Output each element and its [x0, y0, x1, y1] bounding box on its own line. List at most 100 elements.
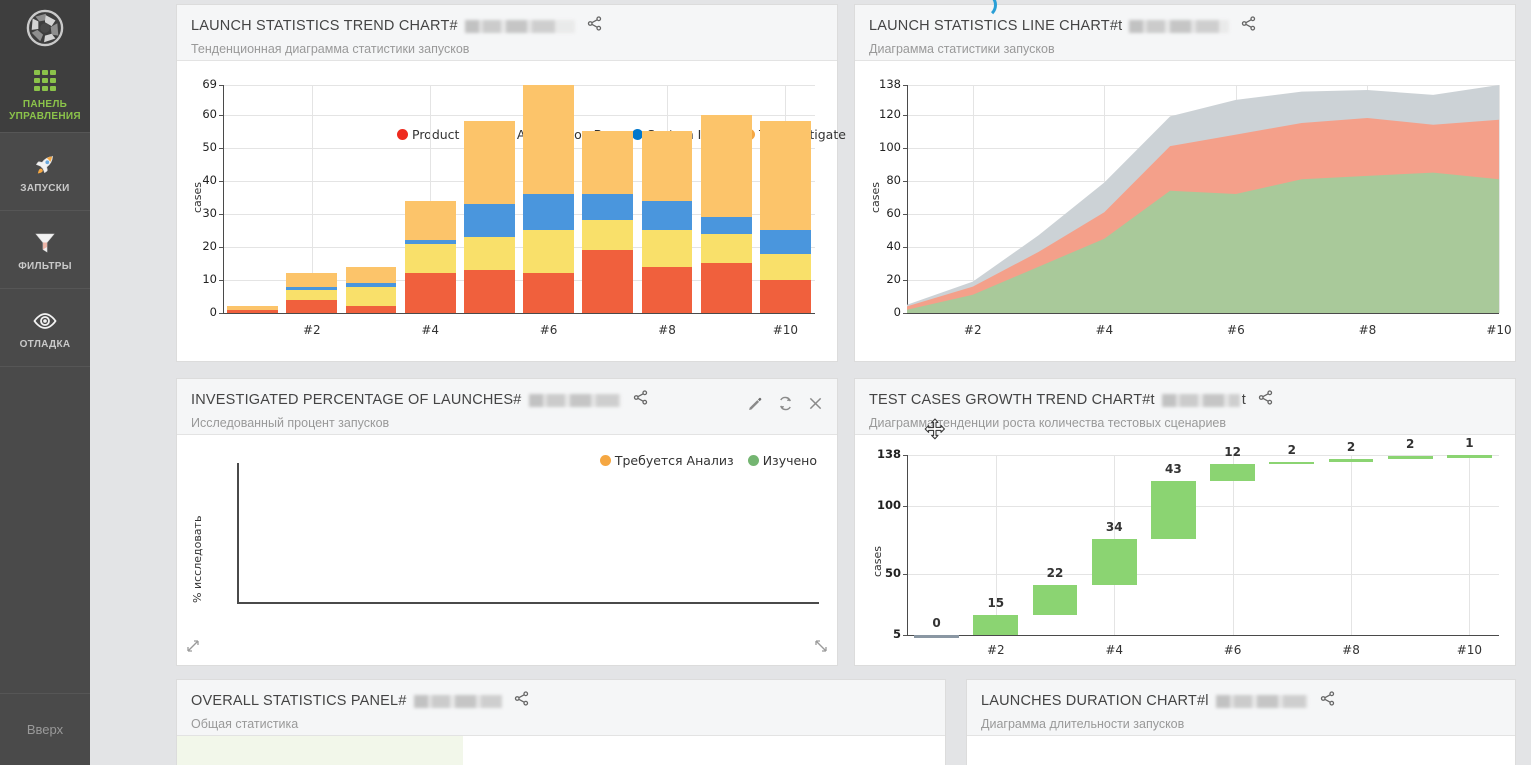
bar-segment-automation-bug[interactable]: [345, 286, 397, 307]
x-axis-line: [237, 602, 819, 604]
bar-segment-automation-bug[interactable]: [286, 289, 338, 300]
widget-id-redacted: [1161, 393, 1240, 407]
edit-icon[interactable]: [747, 396, 763, 417]
bar-segment-system-issue[interactable]: [641, 200, 693, 231]
x-axis-line: [907, 313, 1499, 315]
widget-id-redacted: [464, 19, 575, 33]
widget-title: INVESTIGATED PERCENTAGE OF LAUNCHES#: [191, 392, 522, 408]
waterfall-value-label: 1: [1465, 436, 1474, 450]
waterfall-bar[interactable]: [973, 614, 1019, 635]
bar-segment-system-issue[interactable]: [463, 203, 515, 237]
bar-segment-product-bug[interactable]: [345, 306, 397, 313]
bar-segment-to-investigate[interactable]: [286, 273, 338, 287]
share-icon[interactable]: [586, 15, 603, 37]
bar-segment-automation-bug[interactable]: [641, 230, 693, 267]
waterfall-bar[interactable]: [1446, 455, 1492, 458]
waterfall-bar[interactable]: [1150, 480, 1196, 539]
share-icon[interactable]: [1240, 15, 1257, 37]
bar-segment-to-investigate[interactable]: [700, 114, 752, 218]
bar-segment-product-bug[interactable]: [523, 273, 575, 313]
widget-id-redacted: [528, 393, 621, 407]
waterfall-bar[interactable]: [1091, 538, 1137, 585]
y-tick-label: 138: [879, 77, 901, 91]
bar-segment-system-issue[interactable]: [404, 240, 456, 244]
bar-segment-to-investigate[interactable]: [523, 85, 575, 195]
sidebar-item-dashboard[interactable]: ПАНЕЛЬ УПРАВЛЕНИЯ: [0, 55, 90, 133]
widget-launches-duration-chart[interactable]: LAUNCHES DURATION CHART#l Диаграмма длит…: [966, 679, 1516, 765]
resize-handle-bottom-right[interactable]: [813, 638, 829, 659]
share-icon[interactable]: [1319, 690, 1336, 712]
widget-investigated-percentage-of-launches[interactable]: INVESTIGATED PERCENTAGE OF LAUNCHES# Исс…: [176, 378, 838, 666]
bar-segment-to-investigate[interactable]: [463, 121, 515, 204]
y-axis-line: [237, 463, 239, 603]
waterfall-bar[interactable]: [914, 635, 960, 638]
bar-segment-to-investigate[interactable]: [404, 200, 456, 241]
bar-segment-automation-bug[interactable]: [700, 233, 752, 264]
bar-segment-automation-bug[interactable]: [523, 230, 575, 274]
share-icon[interactable]: [513, 690, 530, 712]
bar-segment-automation-bug[interactable]: [404, 243, 456, 274]
refresh-icon[interactable]: [777, 395, 794, 417]
y-axis-title: % исследовать: [191, 515, 204, 603]
sidebar-item-launches[interactable]: ЗАПУСКИ: [0, 133, 90, 211]
bar-segment-system-issue[interactable]: [286, 286, 338, 290]
bar-segment-to-investigate[interactable]: [345, 266, 397, 284]
bar-segment-to-investigate[interactable]: [759, 121, 811, 231]
widget-launch-statistics-line-chart[interactable]: LAUNCH STATISTICS LINE CHART#t Диаграмма…: [854, 4, 1516, 362]
bar-segment-system-issue[interactable]: [700, 217, 752, 234]
y-tick-label: 0: [209, 305, 217, 319]
legend-dot-investigated: [747, 455, 759, 466]
bar-segment-system-issue[interactable]: [523, 194, 575, 231]
bar-segment-to-investigate[interactable]: [582, 131, 634, 195]
legend-item-to-investigate[interactable]: Требуется Анализ: [599, 453, 734, 468]
waterfall-bar[interactable]: [1328, 459, 1374, 462]
legend-item-investigated[interactable]: Изучено: [747, 453, 817, 468]
grid-line-vertical: [1351, 455, 1352, 635]
close-icon[interactable]: [808, 396, 823, 416]
chart-launch-statistics-line: Успешно Неудачно Пропущено cases 0204060…: [855, 61, 1515, 361]
scroll-to-top-link[interactable]: Вверх: [0, 693, 90, 765]
bar-segment-system-issue[interactable]: [582, 194, 634, 221]
waterfall-bar[interactable]: [1269, 461, 1315, 465]
area-passed[interactable]: [907, 172, 1499, 313]
app-logo[interactable]: [0, 0, 90, 55]
rocket-icon: [35, 155, 53, 174]
waterfall-value-label: 15: [987, 595, 1005, 610]
overall-statistics-highlight-cell: [177, 736, 463, 765]
bar-segment-product-bug[interactable]: [582, 250, 634, 313]
sidebar-item-filters[interactable]: ФИЛЬТРЫ: [0, 211, 90, 289]
widget-header: LAUNCHES DURATION CHART#l Диаграмма длит…: [967, 680, 1515, 736]
share-icon[interactable]: [632, 389, 649, 411]
bar-segment-automation-bug[interactable]: [463, 237, 515, 271]
y-tick-label: 120: [879, 106, 901, 121]
sidebar-label-line1: ПАНЕЛЬ: [22, 99, 68, 110]
share-icon[interactable]: [1257, 389, 1274, 411]
bar-segment-product-bug[interactable]: [700, 263, 752, 313]
waterfall-bar[interactable]: [1387, 456, 1433, 460]
resize-handle-bottom-left[interactable]: [185, 638, 201, 659]
bar-segment-system-issue[interactable]: [345, 283, 397, 287]
waterfall-value-label: 34: [1105, 519, 1123, 534]
widget-launch-statistics-trend-chart[interactable]: LAUNCH STATISTICS TREND CHART# Тенденцио…: [176, 4, 846, 362]
bar-segment-automation-bug[interactable]: [582, 220, 634, 251]
bar-segment-product-bug[interactable]: [227, 309, 279, 313]
y-tick-label: 138: [876, 447, 901, 461]
bar-segment-to-investigate[interactable]: [641, 131, 693, 201]
y-tick-label: 80: [886, 172, 901, 187]
waterfall-bar[interactable]: [1210, 464, 1256, 481]
bar-segment-product-bug[interactable]: [404, 273, 456, 313]
x-tick-label: #6: [539, 323, 558, 337]
bar-segment-system-issue[interactable]: [759, 230, 811, 254]
bar-segment-product-bug[interactable]: [463, 270, 515, 313]
sidebar-item-debug[interactable]: ОТЛАДКА: [0, 289, 90, 367]
y-tick-label: 20: [886, 271, 901, 286]
bar-segment-automation-bug[interactable]: [759, 253, 811, 280]
waterfall-bar[interactable]: [1032, 584, 1078, 615]
bar-segment-product-bug[interactable]: [759, 279, 811, 313]
bar-segment-to-investigate[interactable]: [227, 306, 279, 310]
x-tick-label: #10: [1456, 643, 1483, 657]
widget-test-cases-growth-trend-chart[interactable]: TEST CASES GROWTH TREND CHART#t t Диагра…: [854, 378, 1516, 666]
bar-segment-product-bug[interactable]: [641, 266, 693, 313]
bar-segment-product-bug[interactable]: [286, 299, 338, 313]
widget-overall-statistics-panel[interactable]: OVERALL STATISTICS PANEL# Общая статисти…: [176, 679, 946, 765]
